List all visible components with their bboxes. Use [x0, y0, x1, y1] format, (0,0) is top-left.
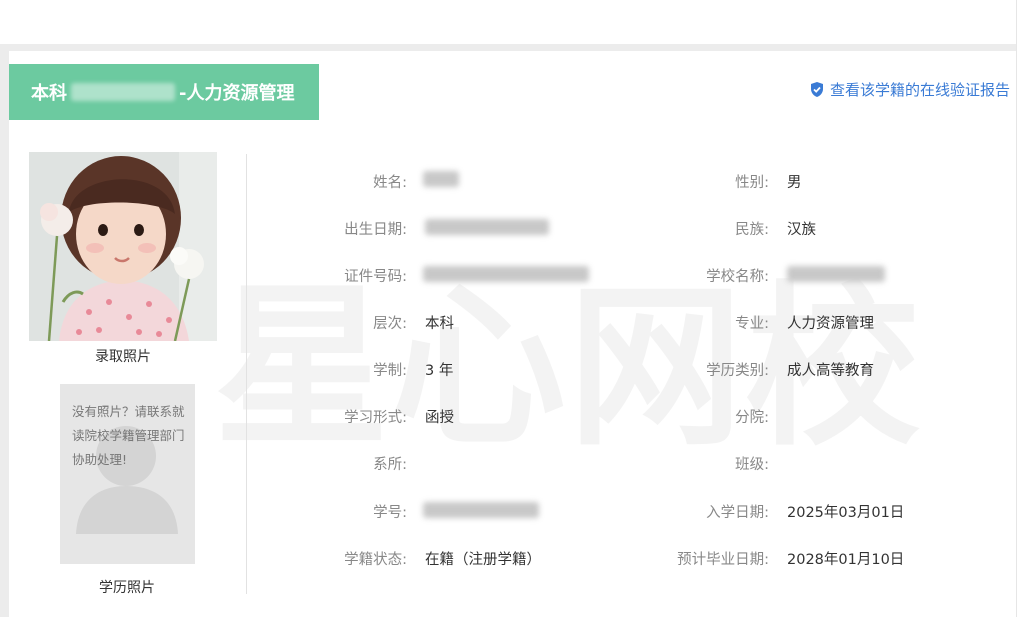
study-form-value: 函授 [425, 410, 454, 426]
school-name-label: 学校名称: [706, 269, 769, 285]
redacted-birth-date [425, 219, 549, 235]
id-number-label: 证件号码: [344, 269, 407, 285]
watermark-text: 星心网校 [214, 226, 922, 479]
branch-label: 分院: [735, 410, 769, 426]
title-suffix: -人力资源管理 [179, 83, 295, 104]
name-label: 姓名: [373, 175, 407, 191]
status-value: 在籍（注册学籍） [425, 552, 541, 568]
shield-check-icon [810, 82, 823, 97]
ethnicity-value: 汉族 [787, 222, 816, 238]
duration-value: 3 年 [425, 363, 454, 379]
top-bar [0, 0, 1024, 44]
admission-photo-caption: 录取照片 [95, 349, 151, 365]
study-form-label: 学习形式: [344, 410, 407, 426]
redacted-id-number [423, 266, 589, 282]
verify-report-link[interactable]: 查看该学籍的在线验证报告 [809, 79, 1010, 100]
vertical-divider [246, 154, 247, 594]
class-label: 班级: [735, 457, 769, 473]
enroll-date-label: 入学日期: [706, 505, 769, 521]
missing-photo-message: 没有照片？请联系就读院校学籍管理部门协助处理! [72, 404, 185, 467]
department-label: 系所: [373, 457, 407, 473]
graduation-date-value: 2028年01月10日 [787, 552, 905, 568]
student-id-label: 学号: [373, 505, 407, 521]
ethnicity-label: 民族: [735, 222, 769, 238]
level-label: 层次: [373, 316, 407, 332]
duration-label: 学制: [373, 363, 407, 379]
degree-photo-placeholder: 没有照片？请联系就读院校学籍管理部门协助处理! [60, 384, 195, 564]
graduation-date-label: 预计毕业日期: [677, 552, 769, 568]
right-edge [1016, 0, 1024, 617]
child-portrait-image [29, 152, 217, 341]
gender-value: 男 [787, 175, 802, 191]
admission-photo [29, 152, 217, 341]
degree-photo-caption: 学历照片 [99, 580, 155, 596]
education-type-label: 学历类别: [706, 363, 769, 379]
redacted-school-name [71, 83, 175, 101]
title-prefix: 本科 [31, 83, 67, 104]
education-type-value: 成人高等教育 [787, 363, 874, 379]
verify-link-label: 查看该学籍的在线验证报告 [829, 81, 1010, 99]
major-label: 专业: [735, 316, 769, 332]
gender-label: 性别: [735, 175, 769, 191]
record-title-tab: 本科 -人力资源管理 [9, 64, 319, 120]
birth-date-label: 出生日期: [344, 222, 407, 238]
status-label: 学籍状态: [344, 552, 407, 568]
student-record-card: 本科 -人力资源管理 查看该学籍的在线验证报告 星心网校 [9, 51, 1016, 617]
level-value: 本科 [425, 316, 454, 332]
redacted-name [423, 171, 459, 187]
redacted-student-id [423, 502, 539, 518]
enroll-date-value: 2025年03月01日 [787, 505, 905, 521]
major-value: 人力资源管理 [787, 316, 874, 332]
redacted-school-name-field [787, 266, 885, 282]
